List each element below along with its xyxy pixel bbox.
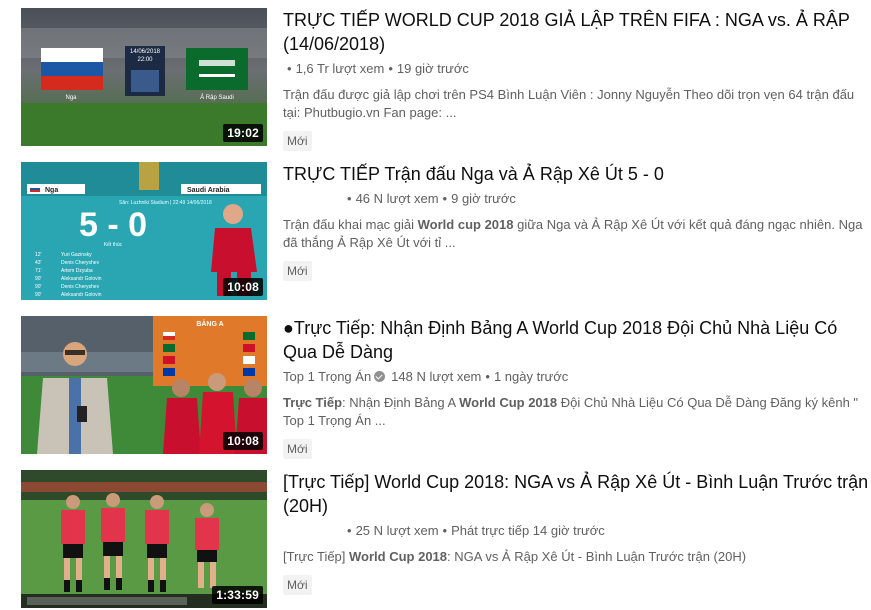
video-title[interactable]: TRỰC TIẾP WORLD CUP 2018 GIẢ LẬP TRÊN FI… — [283, 8, 871, 56]
video-meta: • 25 N lượt xem • Phát trực tiếp 14 giờ trư… — [347, 523, 605, 538]
upload-time: 19 giờ trước — [396, 61, 469, 76]
new-badge: Mới — [283, 131, 312, 151]
new-badge: Mới — [283, 439, 312, 459]
view-count: 46 N lượt xem — [355, 191, 439, 206]
video-meta: • 1,6 Tr lượt xem • 19 giờ trước — [287, 61, 469, 76]
video-thumbnail[interactable]: Nga Saudi Arabia Sân: Luzhniki Stadium |… — [21, 162, 267, 300]
description-text: Trận đấu được giả lập chơi trên PS4 Bình… — [283, 87, 855, 120]
upload-time: 9 giờ trước — [451, 191, 516, 206]
scorer-name: Aleksandr Golovin — [61, 276, 102, 282]
scorer-minute: 43' — [35, 260, 42, 266]
upload-time: 1 ngày trước — [493, 369, 569, 384]
description-text: Trận đấu khai mạc giải — [283, 217, 418, 232]
video-result[interactable]: 14/06/2018 22:00 Nga Ả Rập Saudi 19:02 T… — [21, 8, 871, 151]
video-result[interactable]: Nga Saudi Arabia Sân: Luzhniki Stadium |… — [21, 162, 871, 302]
new-badge: Mới — [283, 261, 312, 281]
video-duration: 19:02 — [223, 124, 263, 142]
thumb-score: 5 - 0 — [79, 206, 147, 244]
scorer-minute: 12' — [35, 252, 42, 258]
scorer-minute: 90' — [35, 276, 42, 282]
video-title[interactable]: TRỰC TIẾP Trận đấu Nga và Ả Rập Xê Út 5 … — [283, 162, 871, 186]
video-description: Trận đấu được giả lập chơi trên PS4 Bình… — [283, 86, 871, 122]
thumb-left-team: Nga — [45, 187, 58, 194]
view-count: 148 N lượt xem — [391, 369, 482, 384]
scorer-minute: 71' — [35, 268, 42, 274]
video-description: Trực Tiếp: Nhận Định Bảng A World Cup 20… — [283, 394, 871, 430]
panel-title: BẢNG A — [196, 319, 223, 328]
thumb-date: 14/06/2018 — [130, 49, 161, 55]
description-highlight: World Cup 2018 — [459, 395, 558, 410]
video-title[interactable]: ●Trực Tiếp: Nhận Định Bảng A World Cup 2… — [283, 316, 871, 364]
video-title[interactable]: [Trực Tiếp] World Cup 2018: NGA vs Ả Rập… — [283, 470, 871, 518]
description-text: : Nhận Định Bảng A — [342, 395, 460, 410]
thumb-time: 22:00 — [137, 57, 153, 63]
video-description: Trận đấu khai mạc giải World cup 2018 gi… — [283, 216, 871, 252]
thumb-right-team: Saudi Arabia — [187, 187, 230, 194]
video-duration: 1:33:59 — [212, 586, 263, 604]
scorer-name: Artem Dzyuba — [61, 268, 93, 274]
description-highlight: Trực Tiếp — [283, 395, 343, 410]
video-meta: • 46 N lượt xem • 9 giờ trước — [347, 191, 516, 206]
scorer-minute: 90' — [35, 292, 42, 298]
scorer-name: Denis Cheryshev — [61, 284, 100, 290]
thumb-status: Kết thúc — [104, 242, 123, 248]
video-thumbnail[interactable]: 1:33:59 — [21, 470, 267, 608]
scorer-name: Denis Cheryshev — [61, 260, 100, 266]
description-text: [Trực Tiếp] — [283, 549, 350, 564]
description-text: : NGA vs Ả Rập Xê Út - Bình Luận Trước t… — [447, 549, 747, 564]
video-thumbnail[interactable]: 14/06/2018 22:00 Nga Ả Rập Saudi 19:02 — [21, 8, 267, 146]
video-thumbnail[interactable]: BẢNG A 10:08 — [21, 316, 267, 454]
video-result[interactable]: BẢNG A 10:08 ●Trực Tiếp: Nhận Định Bảng … — [21, 316, 871, 459]
verified-check-icon — [374, 371, 386, 382]
description-highlight: World cup 2018 — [417, 217, 514, 232]
scorer-name: Yuri Gazinsky — [61, 252, 92, 258]
video-result[interactable]: 1:33:59 [Trực Tiếp] World Cup 2018: NGA … — [21, 470, 871, 610]
video-duration: 10:08 — [223, 278, 263, 296]
new-badge: Mới — [283, 575, 312, 595]
video-meta: Top 1 Trọng Án 148 N lượt xem • 1 ngày trướ… — [283, 369, 569, 384]
scorer-minute: 90' — [35, 284, 42, 290]
video-duration: 10:08 — [223, 432, 263, 450]
view-count: 1,6 Tr lượt xem — [295, 61, 385, 76]
thumb-left-team: Nga — [65, 95, 77, 101]
description-highlight: World Cup 2018 — [349, 549, 448, 564]
view-count: 25 N lượt xem — [355, 523, 439, 538]
thumb-right-team: Ả Rập Saudi — [200, 94, 234, 101]
scorer-name: Aleksandr Golovin — [61, 292, 102, 298]
channel-name[interactable]: Top 1 Trọng Án — [283, 369, 371, 384]
video-description: [Trực Tiếp] World Cup 2018: NGA vs Ả Rập… — [283, 548, 871, 566]
upload-time: Phát trực tiếp 14 giờ trước — [451, 523, 605, 538]
